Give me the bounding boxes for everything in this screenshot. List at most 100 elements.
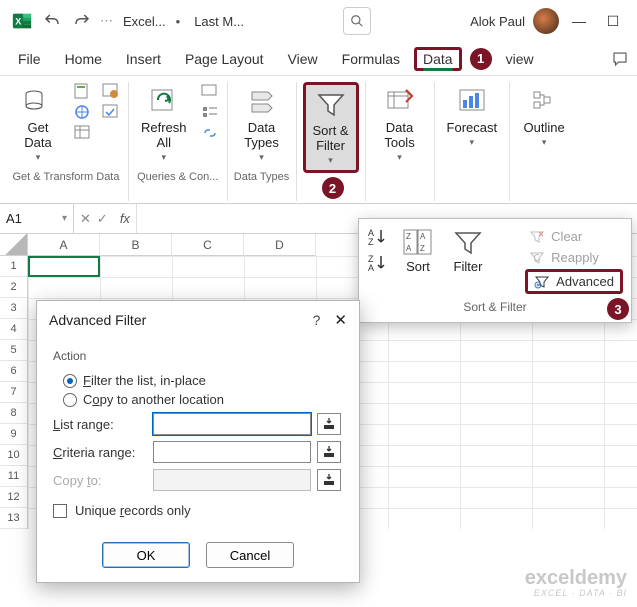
- modified-dot: •: [176, 14, 181, 29]
- reapply-label: Reapply: [551, 250, 599, 265]
- comments-icon[interactable]: [611, 50, 629, 68]
- row-head[interactable]: 3: [0, 298, 27, 319]
- tab-page-layout[interactable]: Page Layout: [175, 47, 274, 71]
- row-head[interactable]: 4: [0, 319, 27, 340]
- tab-insert[interactable]: Insert: [116, 47, 171, 71]
- data-tools-button[interactable]: Data Tools ▾: [372, 82, 428, 167]
- radio-icon: [63, 374, 77, 388]
- criteria-range-picker[interactable]: [317, 441, 341, 463]
- sort-filter-button[interactable]: Sort & Filter ▾: [303, 82, 359, 173]
- minimize-button[interactable]: —: [565, 13, 593, 29]
- row-head[interactable]: 10: [0, 445, 27, 466]
- fx-label[interactable]: fx: [114, 211, 136, 226]
- get-data-button[interactable]: Get Data ▾: [10, 82, 66, 167]
- from-web-icon[interactable]: [72, 103, 94, 121]
- group-label-get-transform: Get & Transform Data: [13, 169, 120, 185]
- radio-copy-location[interactable]: Copy to another location: [63, 392, 343, 407]
- app-icon: X: [10, 9, 34, 33]
- sort-desc-icon[interactable]: ZA: [367, 253, 389, 273]
- queries-icon[interactable]: [199, 82, 221, 100]
- advanced-filter-button[interactable]: Advanced: [525, 269, 623, 294]
- chevron-down-icon: ▾: [259, 152, 264, 163]
- svg-text:A: A: [420, 232, 426, 241]
- sort-asc-icon[interactable]: AZ: [367, 227, 389, 247]
- tab-review[interactable]: view: [496, 47, 544, 71]
- clear-filter-button: Clear: [525, 227, 623, 246]
- list-range-input[interactable]: [153, 413, 311, 435]
- cancel-formula-icon[interactable]: ✕: [80, 211, 91, 227]
- criteria-range-input[interactable]: [153, 441, 311, 463]
- sort-filter-label: Sort & Filter: [312, 123, 348, 153]
- col-head[interactable]: A: [28, 234, 100, 256]
- chevron-down-icon: ▾: [328, 155, 333, 166]
- existing-conn-icon[interactable]: [100, 103, 122, 121]
- forecast-label: Forecast: [447, 120, 498, 135]
- data-types-label: Data Types: [244, 120, 279, 150]
- callout-2: 2: [322, 177, 344, 199]
- tab-home[interactable]: Home: [55, 47, 112, 71]
- list-range-picker[interactable]: [317, 413, 341, 435]
- close-button[interactable]: ✕: [334, 311, 347, 329]
- row-head[interactable]: 5: [0, 340, 27, 361]
- row-head[interactable]: 7: [0, 382, 27, 403]
- from-text-icon[interactable]: [72, 82, 94, 100]
- last-modified: Last M...: [194, 14, 244, 29]
- qat-overflow[interactable]: ⋯: [100, 13, 113, 29]
- row-head[interactable]: 2: [0, 277, 27, 298]
- filter-label: Filter: [454, 259, 483, 274]
- group-label-queries: Queries & Con...: [137, 169, 218, 185]
- checkbox-icon: [53, 504, 67, 518]
- row-head[interactable]: 8: [0, 403, 27, 424]
- properties-icon[interactable]: [199, 103, 221, 121]
- filter-button[interactable]: Filter: [447, 227, 489, 276]
- col-head[interactable]: D: [244, 234, 316, 256]
- sort-label: Sort: [406, 259, 430, 274]
- undo-icon[interactable]: [40, 9, 64, 33]
- row-head[interactable]: 6: [0, 361, 27, 382]
- advanced-label: Advanced: [556, 274, 614, 289]
- svg-text:Z: Z: [420, 244, 425, 253]
- avatar[interactable]: [533, 8, 559, 34]
- data-types-button[interactable]: Data Types ▾: [234, 82, 290, 167]
- name-box[interactable]: A1 ▾: [0, 204, 74, 233]
- row-head[interactable]: 13: [0, 508, 27, 529]
- recent-sources-icon[interactable]: [100, 82, 122, 100]
- maximize-button[interactable]: ☐: [599, 13, 627, 30]
- redo-icon[interactable]: [70, 9, 94, 33]
- sort-dialog-button[interactable]: ZAAZ Sort: [397, 227, 439, 276]
- tab-view[interactable]: View: [278, 47, 328, 71]
- copy-to-picker[interactable]: [317, 469, 341, 491]
- active-cell[interactable]: [28, 256, 100, 277]
- chevron-down-icon[interactable]: ▾: [62, 213, 67, 224]
- row-head[interactable]: 11: [0, 466, 27, 487]
- enter-formula-icon[interactable]: ✓: [97, 211, 108, 227]
- refresh-all-button[interactable]: Refresh All ▾: [135, 82, 193, 167]
- callout-3: 3: [607, 298, 629, 320]
- col-head[interactable]: C: [172, 234, 244, 256]
- chevron-down-icon: ▾: [36, 152, 41, 163]
- col-head[interactable]: B: [100, 234, 172, 256]
- data-tools-label: Data Tools: [384, 120, 414, 150]
- cancel-button[interactable]: Cancel: [206, 542, 294, 568]
- outline-button[interactable]: Outline ▾: [516, 82, 572, 152]
- row-head[interactable]: 9: [0, 424, 27, 445]
- select-all-corner[interactable]: [0, 234, 28, 256]
- forecast-button[interactable]: Forecast ▾: [441, 82, 504, 152]
- callout-1: 1: [470, 48, 492, 70]
- row-head[interactable]: 12: [0, 487, 27, 508]
- tab-data[interactable]: Data: [414, 47, 462, 71]
- tab-formulas[interactable]: Formulas: [332, 47, 410, 71]
- action-section-label: Action: [53, 349, 343, 363]
- row-head[interactable]: 1: [0, 256, 27, 277]
- edit-links-icon[interactable]: [199, 124, 221, 142]
- from-table-icon[interactable]: [72, 124, 94, 142]
- tab-file[interactable]: File: [8, 47, 51, 71]
- chevron-down-icon: ▾: [397, 152, 402, 163]
- ok-button[interactable]: OK: [102, 542, 190, 568]
- user-name: Alok Paul: [470, 14, 525, 29]
- search-button[interactable]: [343, 7, 371, 35]
- radio-filter-inplace[interactable]: FFilter the list, in-placeilter the list…: [63, 373, 343, 388]
- advanced-filter-dialog: Advanced Filter ? ✕ Action FFilter the l…: [36, 300, 360, 583]
- unique-records-checkbox[interactable]: Unique records only: [53, 503, 343, 518]
- help-button[interactable]: ?: [313, 312, 321, 328]
